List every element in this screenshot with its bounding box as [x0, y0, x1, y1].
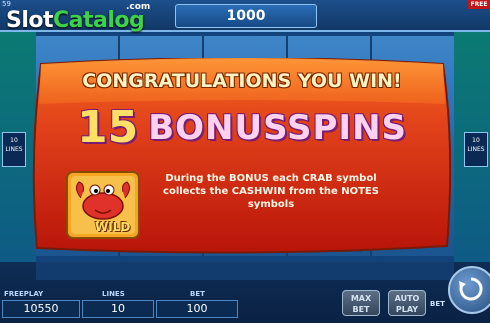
max-bet-label-2: BET [352, 305, 370, 314]
max-bet-label-1: MAX [350, 294, 372, 303]
top-value-display: 1000 [175, 4, 317, 28]
bonus-spins-count: 15 [76, 102, 139, 153]
congratulations-title: CONGRATULATIONS YOU WIN! [82, 70, 402, 92]
left-lines-indicator: 10 LINES [2, 132, 26, 167]
bonus-spins-word: BONUSSPINS [148, 107, 408, 148]
game-scene: 59 1000 FREE SlotCatalog .com 10 LINES 1… [0, 0, 490, 323]
crab-wild-symbol: WILD [65, 170, 141, 240]
description-line-2: collects the CASHWIN from the NOTES [163, 186, 379, 197]
wild-label: WILD [95, 220, 131, 234]
autoplay-button[interactable]: AUTO PLAY [388, 290, 426, 316]
lines-label: LINES [102, 290, 125, 298]
bet-value[interactable]: 100 [156, 300, 238, 318]
description-line-1: During the BONUS each CRAB symbol [165, 173, 377, 184]
win-message-bar [36, 262, 454, 280]
autoplay-label-2: PLAY [395, 305, 419, 314]
bet-minus-label: BET [430, 300, 445, 308]
logo-slot-text: Slot [6, 8, 54, 33]
description-line-3: symbols [247, 199, 295, 210]
corner-number: 59 [2, 0, 11, 8]
bet-label: BET [190, 290, 205, 298]
bonus-description: During the BONUS each CRAB symbol collec… [160, 172, 382, 211]
freeplay-value: 10550 [2, 300, 80, 318]
slotcatalog-logo: SlotCatalog .com [6, 2, 150, 34]
autoplay-label-1: AUTO [394, 294, 420, 303]
spin-arrows-icon [459, 277, 483, 301]
right-lines-indicator: 10 LINES [464, 132, 488, 167]
lines-value[interactable]: 10 [82, 300, 154, 318]
bonus-spins-headline: 15 BONUSSPINS [27, 102, 457, 153]
spin-button[interactable] [448, 266, 490, 314]
max-bet-button[interactable]: MAX BET [342, 290, 380, 316]
freeplay-label: FREEPLAY [4, 290, 44, 298]
free-tag: FREE [468, 0, 490, 9]
bonus-win-popup: CONGRATULATIONS YOU WIN! 15 BONUSSPINS WI… [27, 58, 457, 254]
logo-com-text: .com [126, 2, 151, 12]
right-side-panel: 10 LINES [454, 32, 490, 262]
